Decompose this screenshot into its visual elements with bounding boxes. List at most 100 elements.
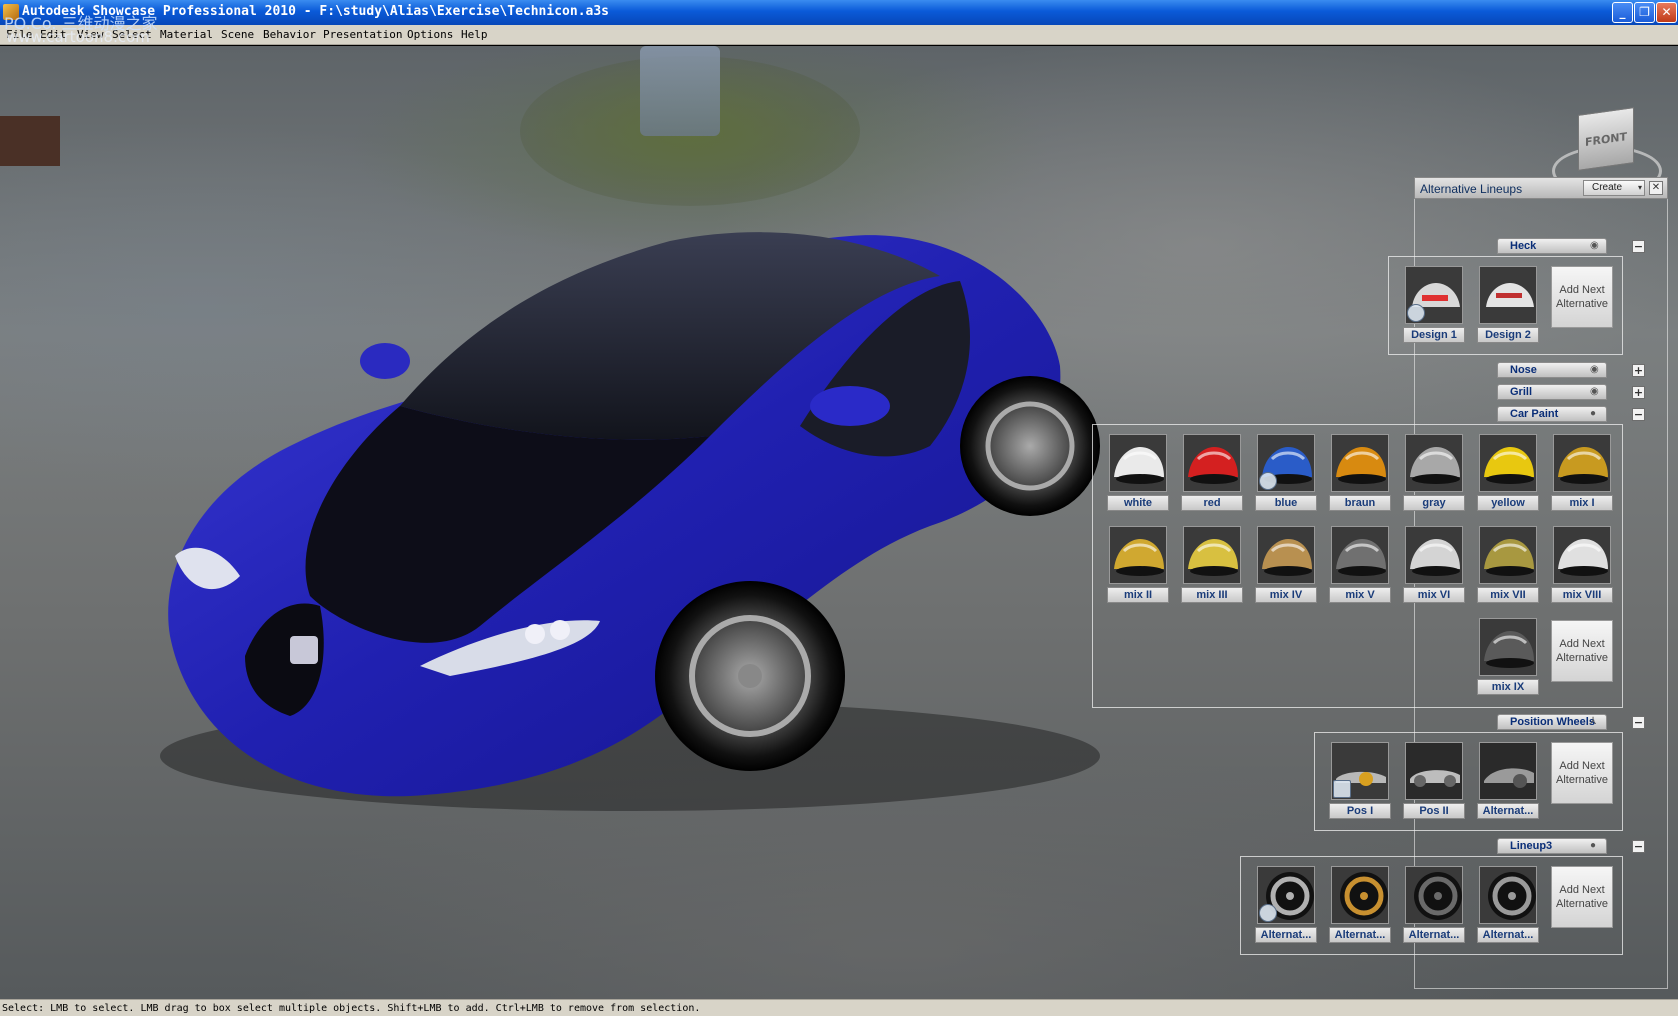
menu-material[interactable]: Material <box>160 28 213 41</box>
group-name-grill: Grill <box>1510 386 1533 398</box>
thumbnail <box>1405 526 1463 584</box>
group-name-nose: Nose <box>1510 364 1537 376</box>
watermark-url: www.cartoon8.com <box>6 28 150 46</box>
paint-tile[interactable]: braun <box>1329 432 1391 514</box>
paint-tile[interactable]: yellow <box>1477 432 1539 514</box>
group-collapse-car-paint[interactable]: − <box>1632 408 1645 421</box>
group-name-heck: Heck <box>1510 240 1537 252</box>
alternative-tile[interactable]: Pos I <box>1329 740 1391 822</box>
paint-tile[interactable]: gray <box>1403 432 1465 514</box>
paint-tile[interactable]: white <box>1107 432 1169 514</box>
menu-bar: File Edit View Select Material Scene Beh… <box>0 25 1678 45</box>
eye-icon[interactable]: ◉ <box>1590 241 1602 251</box>
thumbnail <box>1331 866 1389 924</box>
axis-icon[interactable]: ⅄ <box>1590 717 1602 727</box>
paint-tile[interactable]: mix III <box>1181 524 1243 606</box>
alternative-tile[interactable]: Pos II <box>1403 740 1465 822</box>
add-next-alternative-button[interactable]: Add Next Alternative <box>1551 266 1613 328</box>
paint-label: mix III <box>1181 587 1243 603</box>
sphere-icon[interactable]: ● <box>1590 841 1602 851</box>
paint-swatch <box>1406 527 1462 583</box>
group-collapse-heck[interactable]: − <box>1632 240 1645 253</box>
eye-icon[interactable]: ◉ <box>1590 387 1602 397</box>
close-button[interactable]: ✕ <box>1656 2 1677 23</box>
menu-behavior[interactable]: Behavior <box>263 28 316 41</box>
alternative-label: Pos I <box>1329 803 1391 819</box>
paint-swatch <box>1480 435 1536 491</box>
thumbnail <box>1479 866 1537 924</box>
restore-button[interactable]: ❐ <box>1634 2 1655 23</box>
menu-options[interactable]: Options <box>407 28 453 41</box>
alternative-lineups-title: Alternative Lineups <box>1420 182 1523 196</box>
thumbnail <box>1553 434 1611 492</box>
thumbnail <box>1257 526 1315 584</box>
close-panel-button[interactable]: ✕ <box>1649 181 1663 195</box>
group-header-position-wheels[interactable]: Position Wheels ⅄ <box>1497 714 1607 730</box>
thumbnail <box>1405 866 1463 924</box>
wheel-tile[interactable]: Alternat... <box>1255 864 1317 946</box>
paint-label: mix I <box>1551 495 1613 511</box>
wheel-tile[interactable]: Alternat... <box>1477 864 1539 946</box>
group-collapse-position-wheels[interactable]: − <box>1632 716 1645 729</box>
paint-label: yellow <box>1477 495 1539 511</box>
paint-tile[interactable]: mix VII <box>1477 524 1539 606</box>
background-rock <box>0 116 60 166</box>
paint-tile[interactable]: mix VIII <box>1551 524 1613 606</box>
minimize-button[interactable]: _ <box>1612 2 1633 23</box>
alternative-tile[interactable]: Alternat... <box>1477 740 1539 822</box>
menu-presentation[interactable]: Presentation <box>323 28 402 41</box>
thumbnail <box>1331 526 1389 584</box>
alternative-tile[interactable]: Design 1 <box>1403 264 1465 346</box>
group-header-car-paint[interactable]: Car Paint ● <box>1497 406 1607 422</box>
thumbnail <box>1479 434 1537 492</box>
group-header-heck[interactable]: Heck ◉ <box>1497 238 1607 254</box>
group-header-nose[interactable]: Nose ◉ <box>1497 362 1607 378</box>
group-name-lineup3: Lineup3 <box>1510 840 1553 852</box>
paint-tile[interactable]: mix V <box>1329 524 1391 606</box>
alternative-label: Alternat... <box>1403 927 1465 943</box>
paint-tile[interactable]: mix VI <box>1403 524 1465 606</box>
paint-swatch <box>1258 527 1314 583</box>
paint-label: blue <box>1255 495 1317 511</box>
menu-help[interactable]: Help <box>461 28 488 41</box>
group-expand-grill[interactable]: + <box>1632 386 1645 399</box>
group-name-position-wheels: Position Wheels <box>1510 716 1595 728</box>
create-dropdown[interactable]: Create ▾ <box>1583 180 1645 196</box>
paint-swatch <box>1184 527 1240 583</box>
wheel-position-thumbnail <box>1480 743 1536 799</box>
title-bar: Autodesk Showcase Professional 2010 - F:… <box>0 0 1678 25</box>
paint-tile[interactable]: mix II <box>1107 524 1169 606</box>
thumbnail <box>1109 434 1167 492</box>
paint-swatch <box>1480 619 1536 675</box>
view-cube-front-face[interactable]: FRONT <box>1578 107 1634 171</box>
paint-swatch <box>1110 435 1166 491</box>
paint-tile[interactable]: blue <box>1255 432 1317 514</box>
add-next-alternative-button[interactable]: Add Next Alternative <box>1551 866 1613 928</box>
paint-label: gray <box>1403 495 1465 511</box>
eye-icon <box>1407 304 1425 322</box>
paint-tile[interactable]: mix IX <box>1477 616 1539 698</box>
paint-swatch <box>1332 435 1388 491</box>
add-next-alternative-button[interactable]: Add Next Alternative <box>1551 742 1613 804</box>
sphere-icon[interactable]: ● <box>1590 409 1602 419</box>
paint-tile[interactable]: mix IV <box>1255 524 1317 606</box>
wheel-tile[interactable]: Alternat... <box>1403 864 1465 946</box>
background-machine <box>640 46 720 136</box>
eye-icon[interactable]: ◉ <box>1590 365 1602 375</box>
wheel-tile[interactable]: Alternat... <box>1329 864 1391 946</box>
alternative-tile[interactable]: Design 2 <box>1477 264 1539 346</box>
add-next-alternative-button[interactable]: Add Next Alternative <box>1551 620 1613 682</box>
paint-tile[interactable]: red <box>1181 432 1243 514</box>
thumbnail <box>1331 434 1389 492</box>
group-header-grill[interactable]: Grill ◉ <box>1497 384 1607 400</box>
group-header-lineup3[interactable]: Lineup3 ● <box>1497 838 1607 854</box>
car-model[interactable] <box>150 196 1150 816</box>
thumbnail <box>1109 526 1167 584</box>
group-expand-nose[interactable]: + <box>1632 364 1645 377</box>
paint-swatch <box>1332 527 1388 583</box>
paint-tile[interactable]: mix I <box>1551 432 1613 514</box>
group-collapse-lineup3[interactable]: − <box>1632 840 1645 853</box>
alternative-label: Alternat... <box>1255 927 1317 943</box>
thumbnail <box>1479 742 1537 800</box>
menu-scene[interactable]: Scene <box>221 28 254 41</box>
